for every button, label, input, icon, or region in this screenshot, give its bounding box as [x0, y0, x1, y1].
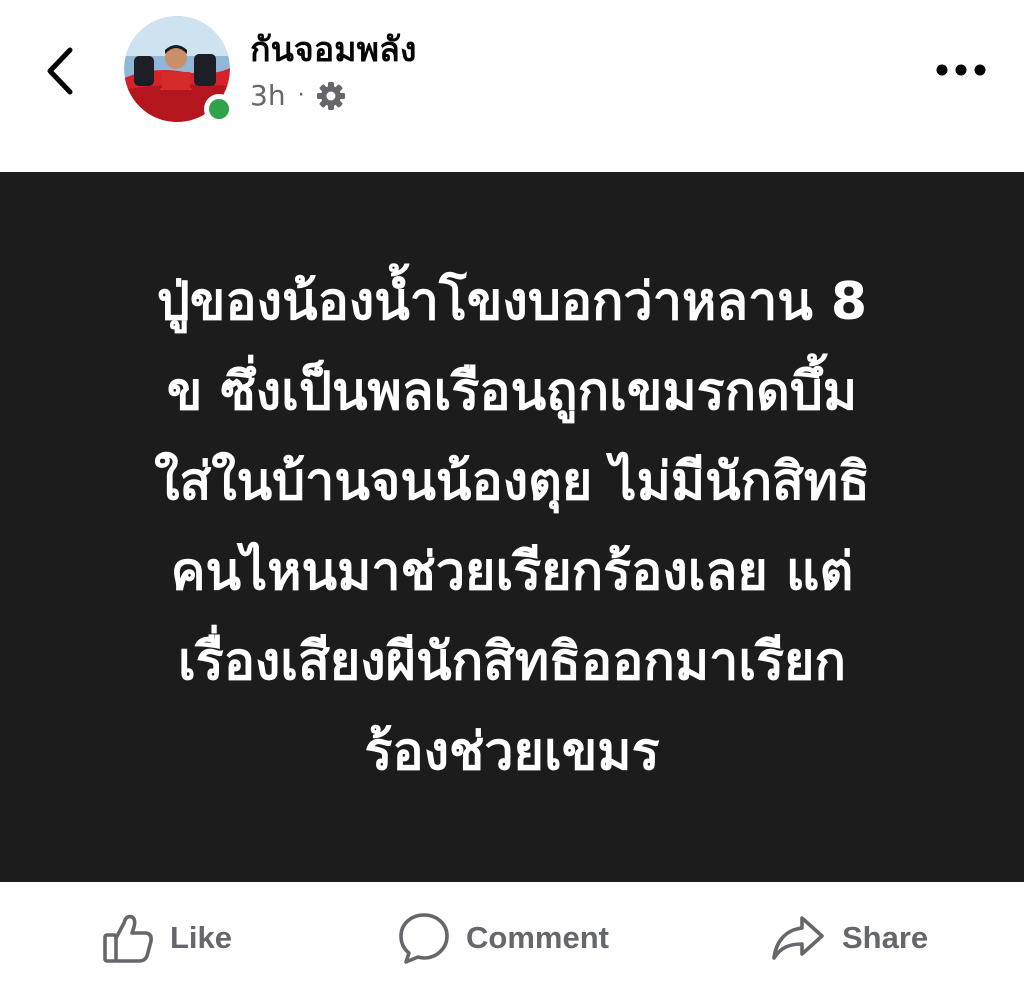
post-action-bar: Like Comment Share	[0, 882, 1024, 1008]
more-horizontal-icon	[936, 64, 986, 76]
online-status-indicator	[204, 94, 234, 124]
like-label: Like	[170, 920, 233, 955]
meta-separator: ·	[297, 83, 305, 108]
author-name[interactable]: กันจอมพลัง	[250, 28, 416, 72]
post-text-line: ใส่ในบ้านจนน้องตุย ไม่มีนักสิทธิ	[154, 452, 870, 512]
post-header: กันจอมพลัง 3h ·	[0, 0, 1024, 172]
chevron-left-icon	[47, 47, 73, 95]
post-content-background[interactable]: ปู่ของน้องน้ำโขงบอกว่าหลาน 8 ข ซึ่งเป็นพ…	[0, 172, 1024, 882]
post-text-line: ปู่ของน้องน้ำโขงบอกว่าหลาน 8	[156, 272, 868, 332]
post-meta: 3h ·	[250, 76, 347, 116]
post-text-line: ร้องช่วยเขมร	[364, 722, 660, 782]
share-arrow-icon	[772, 916, 824, 960]
post-text-line: เรื่องเสียงผีนักสิทธิออกมาเรียก	[177, 632, 847, 692]
post-text-line: คนไหนมาช่วยเรียกร้องเลย แต่	[170, 542, 854, 602]
post-timestamp[interactable]: 3h	[250, 76, 286, 116]
back-button[interactable]	[36, 40, 88, 102]
comment-label: Comment	[466, 920, 609, 955]
more-options-button[interactable]	[928, 48, 994, 92]
share-label: Share	[842, 920, 929, 955]
like-button[interactable]: Like	[102, 910, 232, 966]
gear-icon[interactable]	[315, 80, 347, 112]
avatar-container	[124, 16, 234, 124]
comment-button[interactable]: Comment	[398, 910, 609, 966]
share-button[interactable]: Share	[770, 910, 928, 966]
post-text: ปู่ของน้องน้ำโขงบอกว่าหลาน 8 ข ซึ่งเป็นพ…	[82, 257, 942, 797]
comment-bubble-icon	[399, 913, 449, 964]
thumbs-up-icon	[103, 914, 153, 963]
post-text-line: ข ซึ่งเป็นพลเรือนถูกเขมรกดบึ้ม	[166, 362, 858, 422]
